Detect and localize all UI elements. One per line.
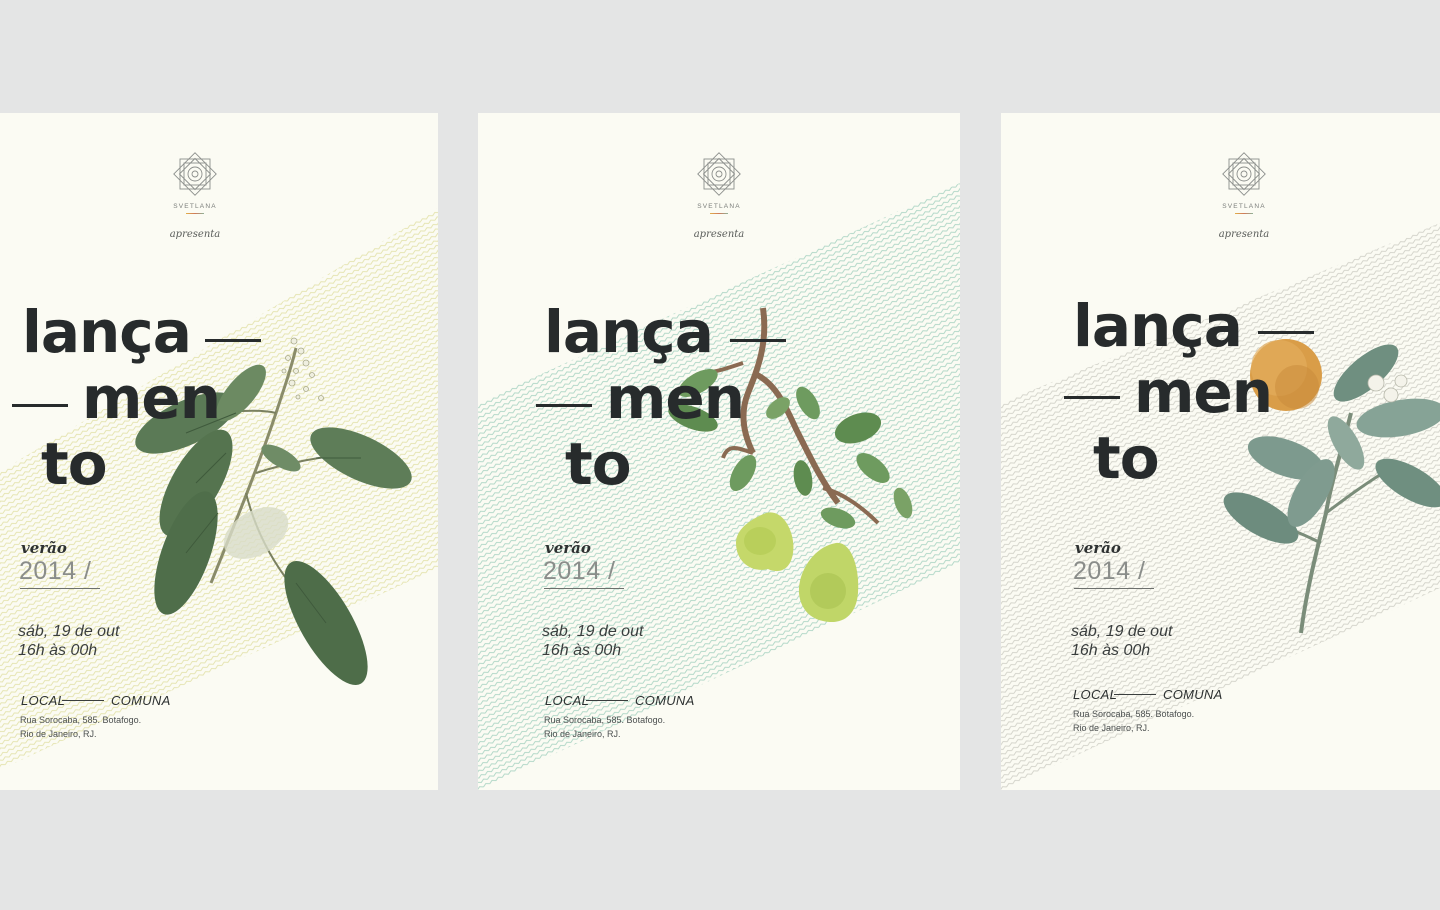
poster-3: SVETLANA apresenta lança men to verão 20… [1001,113,1440,790]
year-underline [1074,588,1154,589]
title-dash [1258,331,1314,334]
season-label: verão [1075,539,1121,557]
presents-label: apresenta [169,229,221,240]
svetlana-logo: SVETLANA [160,147,230,214]
address-line-2: Rio de Janeiro, RJ. [544,729,621,739]
title-line-2: men [82,364,221,432]
presents-label: apresenta [1218,229,1270,240]
svetlana-logo: SVETLANA [684,147,754,214]
venue-label: LOCAL [545,693,590,708]
year-underline [20,588,100,589]
pear-branch-illustration [668,307,913,623]
brand-underline [186,213,204,214]
presents-label: apresenta [693,229,745,240]
venue-divider [1114,694,1156,695]
poster-1: SVETLANA apresenta lança men to verão 20… [0,113,438,790]
venue-divider [586,700,628,701]
event-date: sáb, 19 de out [18,623,120,640]
title-dash [205,339,261,342]
season-label: verão [21,539,67,557]
title-line-3: to [41,430,108,498]
event-time: 16h às 00h [18,642,98,659]
title-line-3: to [565,430,632,498]
title-line-1: lança [544,298,714,366]
brand-underline [1235,213,1253,214]
address-line-2: Rio de Janeiro, RJ. [1073,723,1150,733]
star-mandala-icon [173,152,217,196]
star-mandala-icon [697,152,741,196]
brand-name: SVETLANA [697,203,741,210]
event-time: 16h às 00h [542,642,622,659]
year-label: 2014 / [19,557,92,585]
title-dash [12,404,68,407]
title-dash [1064,396,1120,399]
address-line-1: Rua Sorocaba, 585. Botafogo. [544,715,666,725]
season-label: verão [545,539,591,557]
year-label: 2014 / [1073,557,1146,585]
title-line-1: lança [1073,292,1243,360]
title-dash [536,404,592,407]
venue-name: COMUNA [635,693,695,708]
title-line-2: men [606,364,745,432]
venue-name: COMUNA [1163,687,1223,702]
address-line-2: Rio de Janeiro, RJ. [20,729,97,739]
title-line-1: lança [22,298,192,366]
event-date: sáb, 19 de out [542,623,644,640]
title-line-2: men [1134,358,1273,426]
venue-name: COMUNA [111,693,171,708]
event-time: 16h às 00h [1071,642,1151,659]
svetlana-logo: SVETLANA [1209,147,1279,214]
brand-name: SVETLANA [173,203,217,210]
title-dash [730,339,786,342]
event-date: sáb, 19 de out [1071,623,1173,640]
address-line-1: Rua Sorocaba, 585. Botafogo. [1073,709,1195,719]
star-mandala-icon [1222,152,1266,196]
title-line-3: to [1093,424,1160,492]
brand-name: SVETLANA [1222,203,1266,210]
venue-label: LOCAL [21,693,66,708]
year-underline [544,588,624,589]
poster-2: SVETLANA apresenta lança men to verão 20… [478,113,960,790]
brand-underline [710,213,728,214]
address-line-1: Rua Sorocaba, 585. Botafogo. [20,715,142,725]
year-label: 2014 / [543,557,616,585]
venue-label: LOCAL [1073,687,1118,702]
venue-divider [62,700,104,701]
